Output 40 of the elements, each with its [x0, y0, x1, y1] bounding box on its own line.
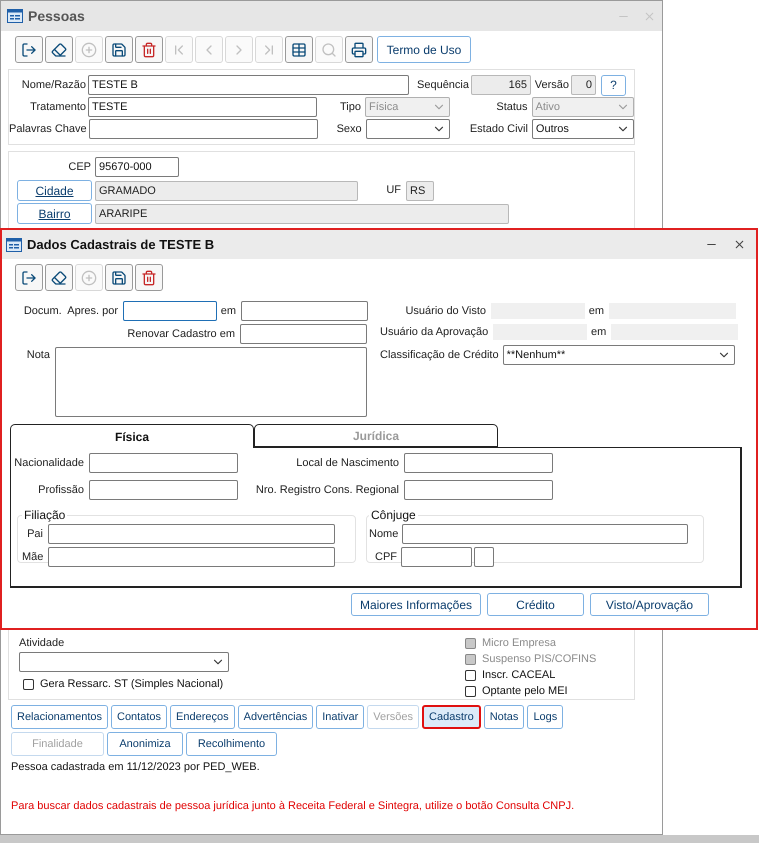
field-label: Local de Nascimento — [295, 456, 400, 471]
field-label: em — [588, 304, 605, 319]
field-label: Classificação de Crédito — [380, 348, 500, 363]
field-label: Usuário da Aprovação — [380, 324, 490, 340]
window-title: Dados Cadastrais de TESTE B — [27, 236, 214, 254]
field-label: CPF — [374, 550, 398, 565]
checkbox-label: Suspenso PIS/COFINS — [482, 652, 596, 667]
field-label: Versão — [534, 78, 570, 93]
field-label: Palavras Chave — [9, 122, 88, 137]
group-title: Filiação — [23, 507, 66, 524]
field-label: Tratamento — [29, 100, 87, 115]
notice-text: Para buscar dados cadastrais de pessoa jurídica junto à Receita Federal e Sintegra, utilize o botão Consulta CNPJ. — [10, 798, 576, 814]
field-label: Mãe — [22, 550, 44, 565]
field-label: Status — [495, 100, 529, 115]
field-label: Nome — [369, 526, 400, 542]
field-label: Docum. Apres. por — [22, 304, 119, 319]
field-label: em — [590, 324, 608, 340]
field-label: Sequência — [416, 78, 470, 93]
checkbox-label: Inscr. CACEAL — [482, 668, 556, 683]
field-label: Nota — [26, 348, 51, 363]
field-label: Estado Civil — [468, 122, 529, 137]
field-label: Nro. Registro Cons. Regional — [254, 482, 400, 498]
field-label: Profissão — [37, 482, 85, 498]
checkbox-label: Optante pelo MEI — [482, 684, 568, 699]
field-label: Atividade — [19, 636, 66, 651]
field-label: Renovar Cadastro em — [126, 326, 236, 342]
field-label: em — [220, 304, 237, 319]
field-label: Usuário do Visto — [404, 304, 487, 319]
field-label: Sexo — [336, 122, 363, 137]
group-title: Cônjuge — [370, 507, 417, 524]
checkbox-label: Gera Ressarc. ST (Simples Nacional) — [40, 677, 224, 692]
field-label: Nome/Razão — [20, 78, 87, 93]
field-label: CEP — [67, 160, 92, 175]
window-title: Pessoas — [28, 6, 85, 26]
field-label: Nacionalidade — [13, 456, 85, 471]
checkbox-label: Micro Empresa — [482, 636, 556, 651]
field-label: UF — [385, 183, 402, 198]
field-label: Pai — [26, 526, 44, 542]
status-text: Pessoa cadastrada em 11/12/2023 por PED_WEB. — [10, 760, 261, 775]
field-label: Tipo — [339, 100, 362, 115]
